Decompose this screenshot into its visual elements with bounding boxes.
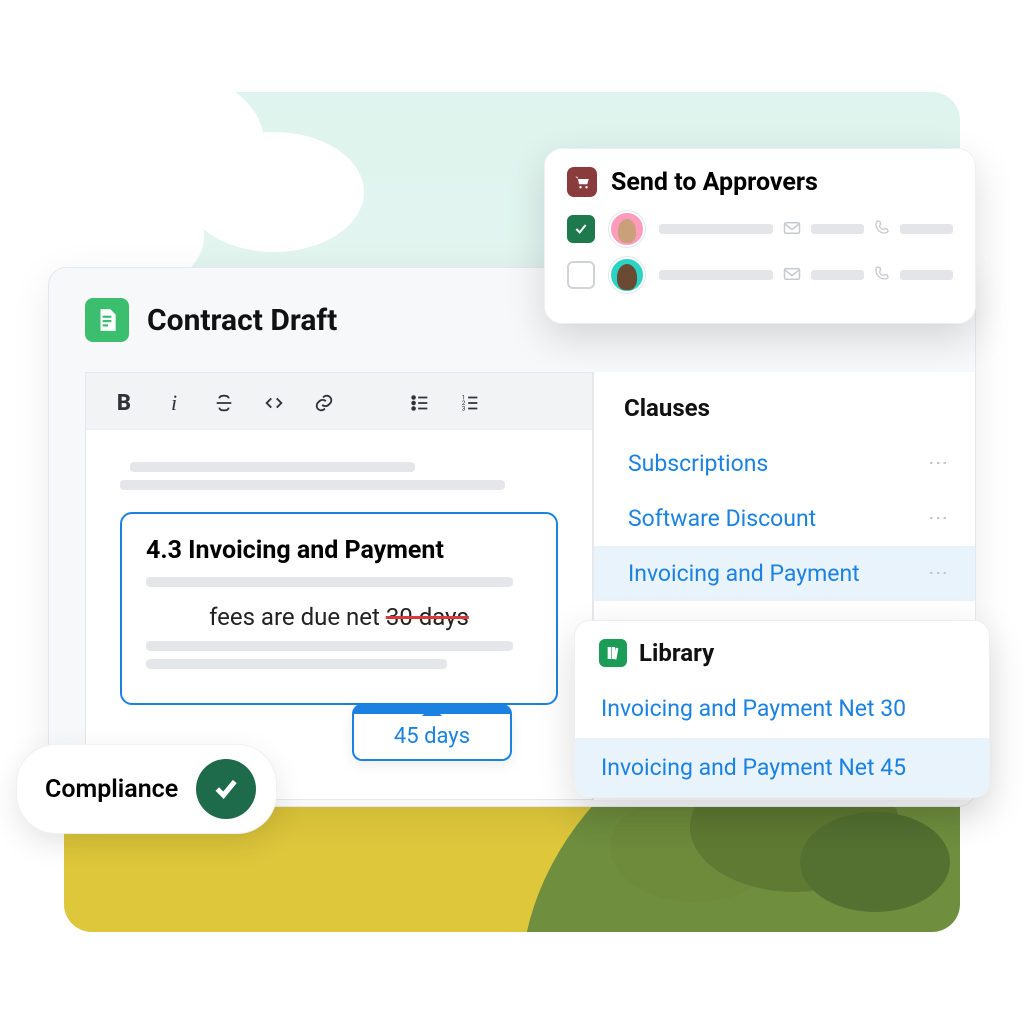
approver-checkbox[interactable] [567, 261, 595, 289]
old-value: 30 days [386, 603, 469, 631]
bold-button[interactable]: B [112, 391, 136, 415]
mail-icon [783, 266, 801, 285]
approver-row [567, 211, 953, 247]
library-item-net-45[interactable]: Invoicing and Payment Net 45 [575, 738, 989, 797]
active-clause-block[interactable]: 4.3 Invoicing and Payment fees are due n… [120, 512, 558, 705]
link-button[interactable] [312, 391, 336, 415]
compliance-chip: Compliance [16, 744, 277, 834]
clause-item-invoicing-and-payment[interactable]: Invoicing and Payment ⋮ [594, 546, 975, 601]
checkmark-icon [196, 759, 256, 819]
kebab-icon[interactable]: ⋮ [927, 453, 951, 474]
clause-edited-line: fees are due net 30 days [146, 603, 532, 631]
document-body[interactable]: 4.3 Invoicing and Payment fees are due n… [86, 430, 592, 729]
mail-icon [783, 220, 801, 239]
editor-pane: B i 123 [49, 372, 593, 800]
library-popover: Library Invoicing and Payment Net 30 Inv… [574, 620, 990, 798]
placeholder-line [120, 480, 505, 490]
library-item-net-30[interactable]: Invoicing and Payment Net 30 [575, 679, 989, 738]
approver-details [659, 265, 953, 285]
numbered-list-button[interactable]: 123 [458, 391, 482, 415]
approvers-title: Send to Approvers [611, 168, 818, 197]
compliance-label: Compliance [45, 775, 178, 804]
kebab-icon[interactable]: ⋮ [927, 563, 951, 584]
italic-button[interactable]: i [162, 391, 186, 415]
editor-toolbar: B i 123 [86, 373, 592, 430]
avatar [609, 257, 645, 293]
library-icon [599, 639, 627, 667]
strikethrough-button[interactable] [212, 391, 236, 415]
page-title: Contract Draft [147, 303, 337, 338]
phone-icon [874, 265, 890, 285]
placeholder-line [146, 659, 447, 669]
bullet-list-button[interactable] [408, 391, 432, 415]
approver-row [567, 257, 953, 293]
suggestion-popover[interactable]: 45 days [352, 704, 512, 761]
placeholder-line [146, 577, 513, 587]
clause-heading: 4.3 Invoicing and Payment [146, 536, 532, 565]
phone-icon [874, 219, 890, 239]
svg-text:3: 3 [462, 404, 466, 412]
cart-icon [567, 167, 597, 197]
library-title: Library [639, 639, 714, 667]
clause-item-subscriptions[interactable]: Subscriptions ⋮ [594, 436, 975, 491]
avatar [609, 211, 645, 247]
clauses-title: Clauses [594, 394, 975, 436]
document-icon [85, 298, 129, 342]
approver-details [659, 219, 953, 239]
kebab-icon[interactable]: ⋮ [927, 508, 951, 529]
clause-item-software-discount[interactable]: Software Discount ⋮ [594, 491, 975, 546]
approver-checkbox[interactable] [567, 215, 595, 243]
placeholder-line [146, 641, 513, 651]
send-to-approvers-panel: Send to Approvers [544, 148, 976, 324]
code-button[interactable] [262, 391, 286, 415]
placeholder-line [130, 462, 415, 472]
suggested-value: 45 days [394, 724, 470, 749]
